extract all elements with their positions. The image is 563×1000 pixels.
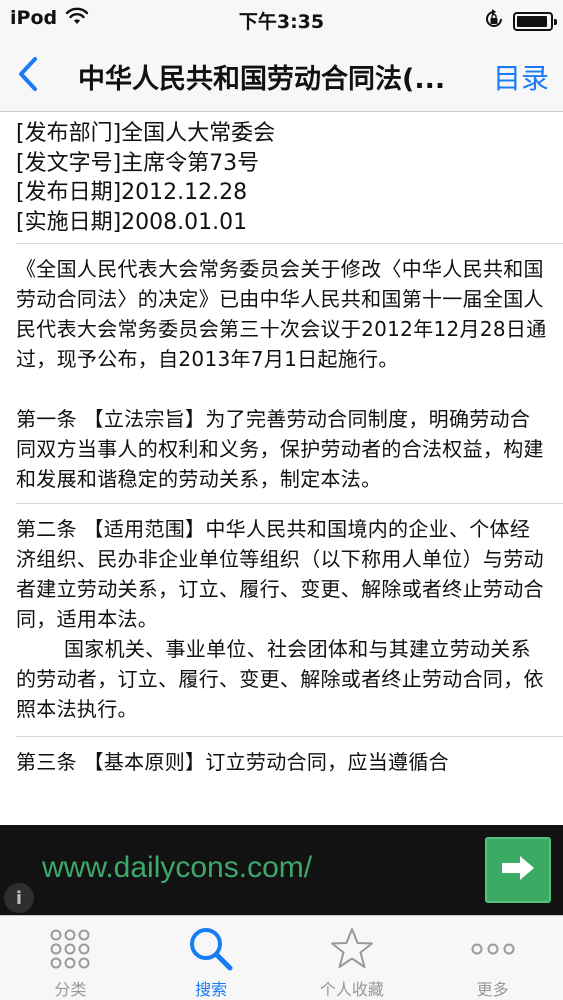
search-icon xyxy=(186,924,236,973)
divider xyxy=(16,494,563,504)
tab-favorites[interactable]: 个人收藏 xyxy=(282,916,423,1000)
arrow-right-icon xyxy=(498,853,538,887)
tab-label: 更多 xyxy=(476,980,509,999)
meta-effective-date: [实施日期]2008.01.01 xyxy=(16,209,248,235)
status-time: 下午3:35 xyxy=(238,11,325,33)
tab-label: 分类 xyxy=(54,980,87,999)
meta-doc-number: [发文字号]主席令第73号 xyxy=(16,150,260,176)
status-right xyxy=(483,8,557,34)
article-2-para-1: 第二条 【适用范围】中华人民共和国境内的企业、个体经济组织、民办非企业单位等组织… xyxy=(16,517,544,631)
tab-label: 个人收藏 xyxy=(319,980,384,999)
tab-more[interactable]: 更多 xyxy=(422,916,563,1000)
document-meta: [发布部门]全国人大常委会 [发文字号]主席令第73号 [发布日期]2012.1… xyxy=(16,113,563,244)
article-1-text: 第一条 【立法宗旨】为了完善劳动合同制度，明确劳动合同双方当事人的权利和义务，保… xyxy=(16,407,544,491)
info-icon[interactable]: i xyxy=(4,883,34,913)
meta-publish-date: [发布日期]2012.12.28 xyxy=(16,180,248,205)
status-bar: iPod 下午3:35 xyxy=(0,0,563,38)
ad-url[interactable]: www.dailycons.com/ xyxy=(42,851,312,885)
law-content[interactable]: [发布部门]全国人大常委会 [发文字号]主席令第73号 [发布日期]2012.1… xyxy=(0,113,563,825)
nav-bar: 中华人民共和国劳动合同法(... 目录 xyxy=(0,38,563,112)
tab-label: 搜索 xyxy=(195,980,228,999)
intro-text: 《全国人民代表大会常务委员会关于修改〈中华人民共和国劳动合同法〉的决定》已由中华… xyxy=(16,257,547,371)
rotation-lock-icon xyxy=(483,8,505,34)
article-2-section: 第二条 【适用范围】中华人民共和国境内的企业、个体经济组织、民办非企业单位等组织… xyxy=(16,504,563,737)
meta-department: [发布部门]全国人大常委会 xyxy=(16,121,276,146)
article-3-section: 第三条 【基本原则】订立劳动合同，应当遵循合 xyxy=(16,737,563,789)
tab-category[interactable]: 分类 xyxy=(0,916,141,1000)
star-icon xyxy=(327,924,377,973)
article-2-para-2: 国家机关、事业单位、社会团体和与其建立劳动关系的劳动者，订立、履行、变更、解除或… xyxy=(16,637,544,721)
tab-search[interactable]: 搜索 xyxy=(141,916,282,1000)
more-dots-icon xyxy=(468,924,518,973)
page-title: 中华人民共和国劳动合同法(... xyxy=(78,64,446,95)
article-3-text: 第三条 【基本原则】订立劳动合同，应当遵循合 xyxy=(16,750,449,774)
tab-bar: 分类 搜索 个人收藏 更多 xyxy=(0,915,563,1000)
ad-go-button[interactable] xyxy=(485,837,551,903)
grid-dots-icon xyxy=(45,924,95,973)
table-of-contents-button[interactable]: 目录 xyxy=(493,57,549,97)
battery-icon xyxy=(513,11,557,31)
ad-banner[interactable]: www.dailycons.com/ i xyxy=(0,825,563,915)
chevron-left-icon xyxy=(17,56,39,96)
battery-fill xyxy=(517,15,548,27)
back-button[interactable] xyxy=(8,54,48,98)
intro-section: 《全国人民代表大会常务委员会关于修改〈中华人民共和国劳动合同法〉的决定》已由中华… xyxy=(16,244,563,494)
